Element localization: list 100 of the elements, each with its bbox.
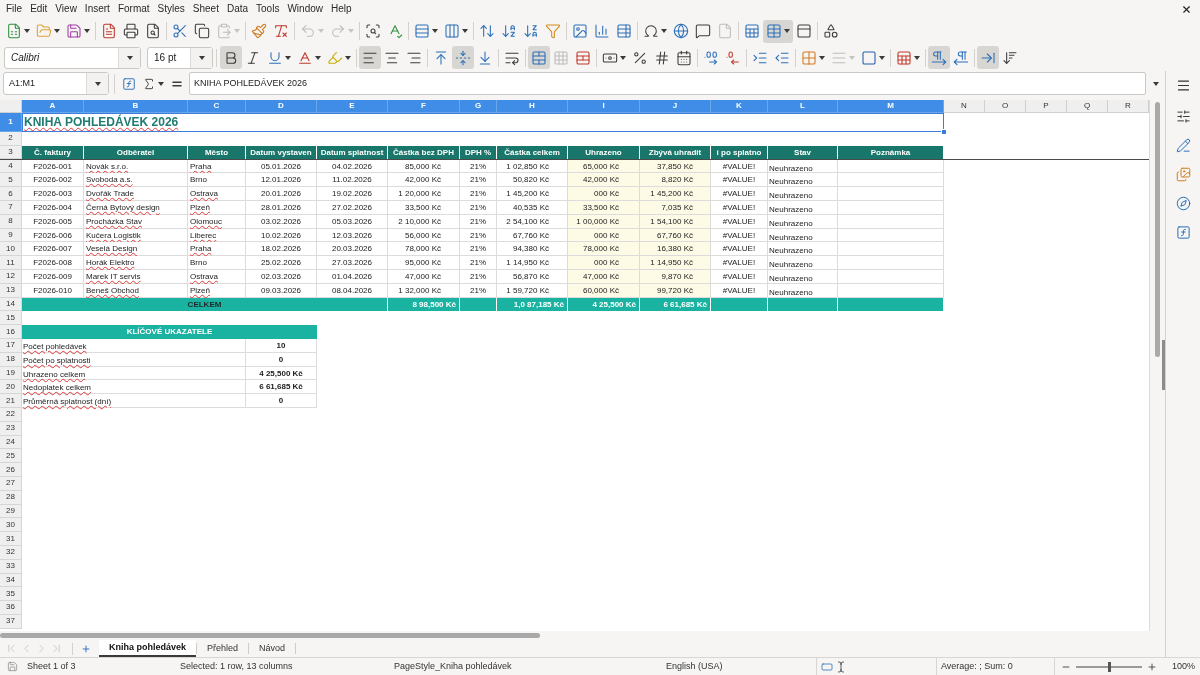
sigma-icon [142, 76, 156, 91]
table-header-cell: Částka celkem [497, 145, 568, 159]
menu-item[interactable]: Help [327, 1, 356, 17]
table-cell: 1 14,950 Kč [640, 256, 711, 270]
menu-item[interactable]: Sheet [188, 1, 223, 17]
bold-icon [223, 49, 239, 66]
table-cell: 16,380 Kč [640, 242, 711, 257]
font-size-box[interactable]: 16 pt [147, 46, 213, 69]
percent-icon [632, 49, 648, 66]
sheet-tab[interactable]: Kniha pohledávek [99, 640, 197, 657]
table-cell: 21% [460, 187, 497, 201]
menu-item[interactable]: Format [113, 1, 154, 17]
sheet-tab[interactable]: Přehled [197, 640, 249, 657]
sheet-icon [744, 23, 760, 39]
chevron-first-icon [5, 642, 18, 655]
dropdown-button[interactable] [118, 47, 140, 68]
caret-icon [84, 29, 90, 33]
bold-button[interactable] [220, 46, 242, 69]
formula-input[interactable]: KNIHA POHLEDÁVEK 2026 [189, 72, 1146, 95]
table-cell: 000 Kč [568, 256, 640, 270]
column-header[interactable]: O [985, 100, 1026, 113]
close-button[interactable] [1181, 3, 1192, 15]
column-header[interactable]: R [1108, 100, 1149, 113]
row-header[interactable]: 31 [0, 532, 22, 546]
menu-item[interactable]: Tools [252, 1, 284, 17]
row-header[interactable]: 11 [0, 256, 22, 270]
column-header[interactable]: Q [1067, 100, 1108, 113]
caret-icon [348, 29, 354, 33]
caret-icon [315, 55, 321, 60]
row-header[interactable]: 2 [0, 132, 22, 146]
row-header[interactable]: 6 [0, 187, 22, 201]
printer-icon [123, 23, 139, 39]
table-cell: Neuhrazeno [768, 187, 838, 201]
row-header[interactable]: 36 [0, 601, 22, 615]
menu-item[interactable]: View [51, 1, 81, 17]
menu-item[interactable]: Edit [26, 1, 52, 17]
align-left-button[interactable] [359, 46, 381, 69]
table-cell: F2026-008 [22, 256, 84, 270]
menu-item[interactable]: Styles [153, 1, 189, 17]
menu-item[interactable]: File [2, 1, 27, 17]
highlighter-icon [327, 49, 343, 66]
function-icon [122, 76, 136, 91]
table-cell: Ostrava [188, 187, 246, 201]
row-header[interactable]: 16 [0, 325, 22, 339]
table-cell: #VALUE! [711, 256, 768, 270]
merge-cells-icon [531, 49, 547, 66]
zoom-in-button[interactable] [1147, 661, 1157, 672]
dropdown-button[interactable] [190, 47, 212, 68]
menu-item[interactable]: Insert [80, 1, 114, 17]
caret-icon [285, 55, 291, 60]
selection-info: Selected: 1 row, 13 columns [180, 660, 293, 671]
bar-chart-icon [594, 23, 610, 39]
scrollbar-thumb[interactable] [0, 633, 540, 638]
row-header[interactable]: 35 [0, 587, 22, 602]
sidebar-collapse-handle[interactable] [1162, 340, 1165, 390]
caret-icon [661, 29, 667, 33]
scrollbar-thumb[interactable] [1155, 102, 1160, 357]
table-icon [616, 23, 632, 39]
caret-icon [620, 55, 626, 60]
caret-icon [24, 29, 30, 33]
zoom-slider-thumb[interactable] [1108, 661, 1111, 672]
dropdown-button[interactable] [86, 73, 108, 94]
sheet-tab[interactable]: Návod [249, 640, 296, 657]
table-cell: Svoboda a.s. [84, 173, 188, 188]
hash-icon [654, 49, 670, 66]
table-cell: 42,000 Kč [568, 173, 640, 188]
row-header[interactable]: 10 [0, 242, 22, 257]
row-header[interactable]: 20 [0, 380, 22, 395]
center-vertically-button[interactable] [452, 46, 474, 69]
redo-icon [330, 23, 346, 39]
table-cell: 19.02.2026 [317, 187, 388, 201]
caret-icon [345, 55, 351, 60]
table-cell: Plzeň [188, 283, 246, 298]
selection-mode-button[interactable] [821, 660, 833, 673]
input-mode-button[interactable] [835, 660, 847, 673]
table-cell: Praha [188, 242, 246, 257]
menu-item[interactable]: Data [222, 1, 253, 17]
document-icon [101, 23, 117, 39]
freeze-rows-columns-button[interactable] [763, 19, 793, 43]
row-header[interactable]: 5 [0, 173, 22, 188]
font-name-box[interactable]: Calibri [4, 46, 141, 69]
italic-icon [245, 49, 261, 66]
name-box[interactable]: A1:M1 [3, 72, 109, 95]
sort-descending-icon [523, 23, 539, 39]
table-header-cell: Částka bez DPH [388, 145, 460, 159]
column-header[interactable]: N [944, 100, 985, 113]
row-header[interactable]: 21 [0, 394, 22, 408]
menu-item[interactable]: Window [283, 1, 327, 17]
row-header[interactable]: 25 [0, 449, 22, 464]
row-header[interactable]: 30 [0, 518, 22, 533]
left-to-right-button[interactable] [928, 46, 950, 69]
row-header[interactable]: 26 [0, 463, 22, 477]
column-header[interactable]: P [1026, 100, 1067, 113]
merge-center-button[interactable] [528, 46, 550, 69]
table-cell: 12.01.2026 [246, 173, 317, 188]
save-icon [6, 661, 18, 672]
fill-handle[interactable] [941, 129, 947, 135]
add-sheet-button[interactable] [81, 643, 91, 654]
row-header[interactable]: 15 [0, 311, 22, 326]
kpi-value: 6 61,685 Kč [246, 380, 317, 395]
